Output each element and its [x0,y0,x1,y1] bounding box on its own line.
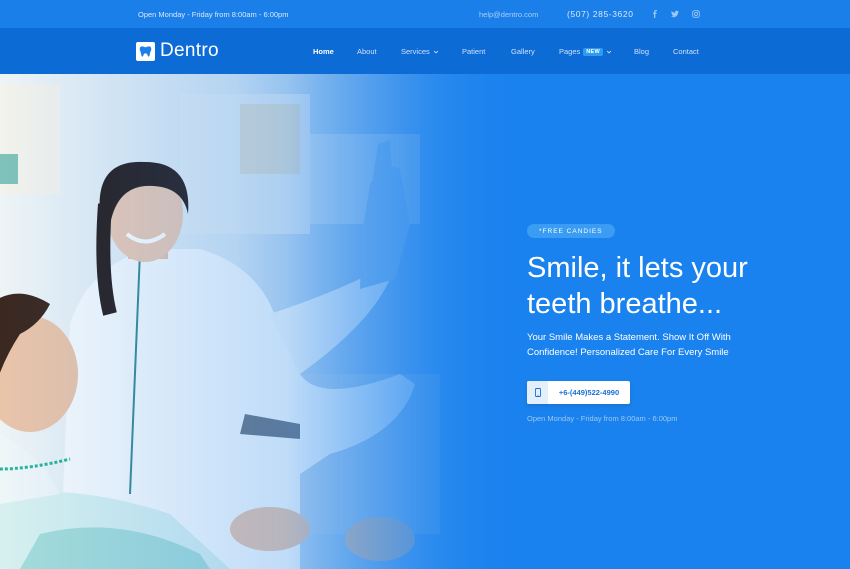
hero-photo-dentist-patient [0,74,520,569]
nav-services-label: Services [401,47,430,56]
chevron-down-icon [606,50,612,54]
nav-patient[interactable]: Patient [462,47,485,56]
nav-gallery[interactable]: Gallery [511,47,535,56]
facebook-icon[interactable] [649,8,661,20]
call-phone-number: +6-(449)522-4990 [558,388,620,397]
hero-headline: Smile, it lets your teeth breathe... [527,250,847,322]
call-phone-button[interactable]: +6-(449)522-4990 [527,381,630,404]
subtext-line-1: Your Smile Makes a Statement. Show It Of… [527,332,731,343]
nav-pages-label: Pages [559,47,581,56]
site-logo-text[interactable]: Dentro [160,40,219,62]
nav-blog[interactable]: Blog [634,47,649,56]
top-bar: Open Monday - Friday from 8:00am - 6:00p… [0,0,850,28]
hero-opening-hours: Open Monday - Friday from 8:00am - 6:00p… [527,414,678,423]
nav-home[interactable]: Home [313,47,334,56]
nav-about-label: About [357,47,377,56]
nav-gallery-label: Gallery [511,47,535,56]
twitter-icon[interactable] [669,8,681,20]
new-badge: NEW [583,47,604,56]
nav-contact-label: Contact [673,47,699,56]
main-navbar: Dentro Home About Services Patient Galle… [0,28,850,74]
nav-contact[interactable]: Contact [673,47,699,56]
headline-line-2: teeth breathe... [527,288,723,320]
email-link[interactable]: help@dentro.com [479,10,538,19]
instagram-icon[interactable] [690,8,702,20]
hero-section: *FREE CANDIES Smile, it lets your teeth … [0,74,850,569]
mobile-phone-icon [527,381,548,404]
tooth-logo-icon[interactable] [136,42,155,61]
nav-patient-label: Patient [462,47,486,56]
chevron-down-icon [433,50,438,54]
phone-link[interactable]: (507) 285-3620 [567,9,634,19]
free-candies-badge: *FREE CANDIES [527,224,615,238]
nav-services[interactable]: Services [401,47,439,56]
nav-blog-label: Blog [634,47,650,56]
nav-about[interactable]: About [357,47,377,56]
headline-line-1: Smile, it lets your [527,252,748,284]
hero-subtext: Your Smile Makes a Statement. Show It Of… [527,330,847,360]
opening-hours: Open Monday - Friday from 8:00am - 6:00p… [138,10,289,19]
nav-home-label: Home [313,47,334,56]
nav-pages[interactable]: Pages NEW [559,47,612,56]
subtext-line-2: Confidence! Personalized Care For Every … [527,347,729,358]
